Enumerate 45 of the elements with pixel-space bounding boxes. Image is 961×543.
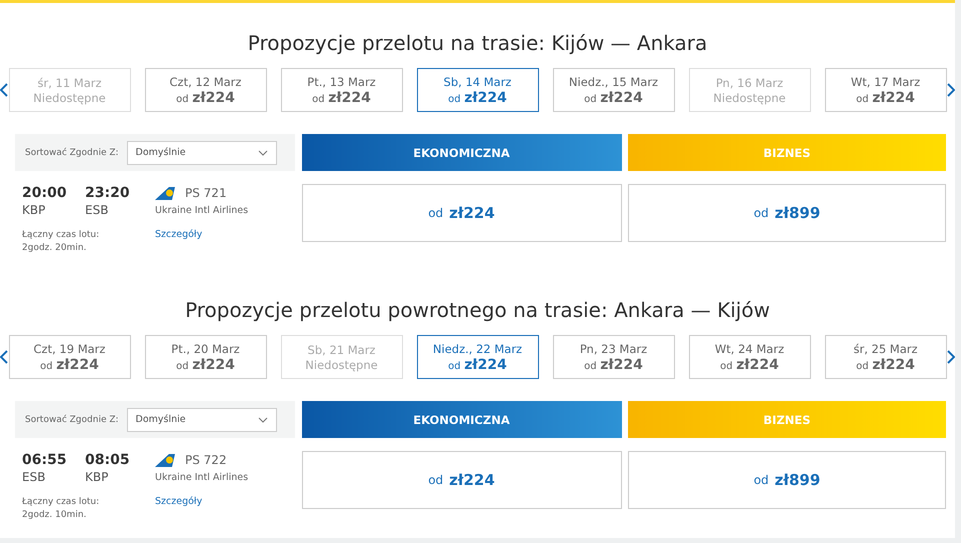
plane-tail-icon <box>155 454 177 466</box>
date-tab[interactable]: Pt., 13 Marz od zł224 <box>280 68 402 112</box>
arrival-time: 23:20 <box>85 185 131 201</box>
date-tab[interactable]: Niedz., 22 Marz od zł224 <box>416 335 538 379</box>
flight-duration: Łączny czas lotu: 2godz. 20min. <box>22 229 100 255</box>
section-title: Propozycje przelotu powrotnego na trasie: Ankara — Kijów <box>184 297 771 323</box>
date-tab[interactable]: Wt, 24 Marz od zł224 <box>688 335 810 379</box>
chevron-down-icon <box>258 150 268 156</box>
flight-number: PS 722 <box>185 453 227 467</box>
date-tab[interactable]: Pt., 20 Marz od zł224 <box>144 335 266 379</box>
fare-price-button[interactable]: od zł224 <box>302 184 622 242</box>
fare-price-button[interactable]: od zł899 <box>628 451 946 509</box>
departure-time: 06:55 <box>22 452 68 468</box>
date-tab[interactable]: śr, 25 Marz od zł224 <box>824 335 946 379</box>
fare-class-header: BIZNES <box>628 401 946 438</box>
sort-dropdown[interactable]: Domyślnie <box>126 140 277 164</box>
fare-class-header: EKONOMICZNA <box>302 401 622 438</box>
airport-code: KBP <box>22 203 46 217</box>
sort-dropdown[interactable]: Domyślnie <box>126 408 277 432</box>
fare-price-button[interactable]: od zł224 <box>302 451 622 509</box>
date-tab[interactable]: Niedz., 15 Marz od zł224 <box>552 68 674 112</box>
airport-code: ESB <box>22 470 46 484</box>
fare-class-header: EKONOMICZNA <box>302 134 622 171</box>
airport-code: KBP <box>85 470 110 484</box>
sort-label: Sortować Zgodnie Z: <box>25 414 119 424</box>
sort-label: Sortować Zgodnie Z: <box>25 148 119 158</box>
details-link[interactable]: Szczegóły <box>155 496 202 507</box>
date-tab[interactable]: Czt, 19 Marz od zł224 <box>8 335 130 379</box>
airport-code: ESB <box>85 203 110 217</box>
airline-name: Ukraine Intl Airlines <box>155 472 250 482</box>
fare-price-button[interactable]: od zł899 <box>628 184 946 242</box>
arrival-time: 08:05 <box>85 452 131 468</box>
date-tab[interactable]: Sb, 14 Marz od zł224 <box>416 68 538 112</box>
fare-class-header: BIZNES <box>628 134 946 171</box>
airline-name: Ukraine Intl Airlines <box>155 204 250 216</box>
flight-number: PS 721 <box>185 186 227 200</box>
plane-tail-icon <box>155 186 177 200</box>
date-tab[interactable]: Czt, 12 Marz od zł224 <box>144 68 266 112</box>
details-link[interactable]: Szczegóły <box>155 229 202 240</box>
date-tab[interactable]: Pn, 23 Marz od zł224 <box>552 335 674 379</box>
section-title: Propozycje przelotu na trasie: Kijów — Ankara <box>246 30 708 56</box>
chevron-down-icon <box>258 416 268 422</box>
date-tab[interactable]: Wt, 17 Marz od zł224 <box>824 68 946 112</box>
departure-time: 20:00 <box>22 185 68 201</box>
flight-duration: Łączny czas lotu: 2godz. 10min. <box>22 496 100 522</box>
